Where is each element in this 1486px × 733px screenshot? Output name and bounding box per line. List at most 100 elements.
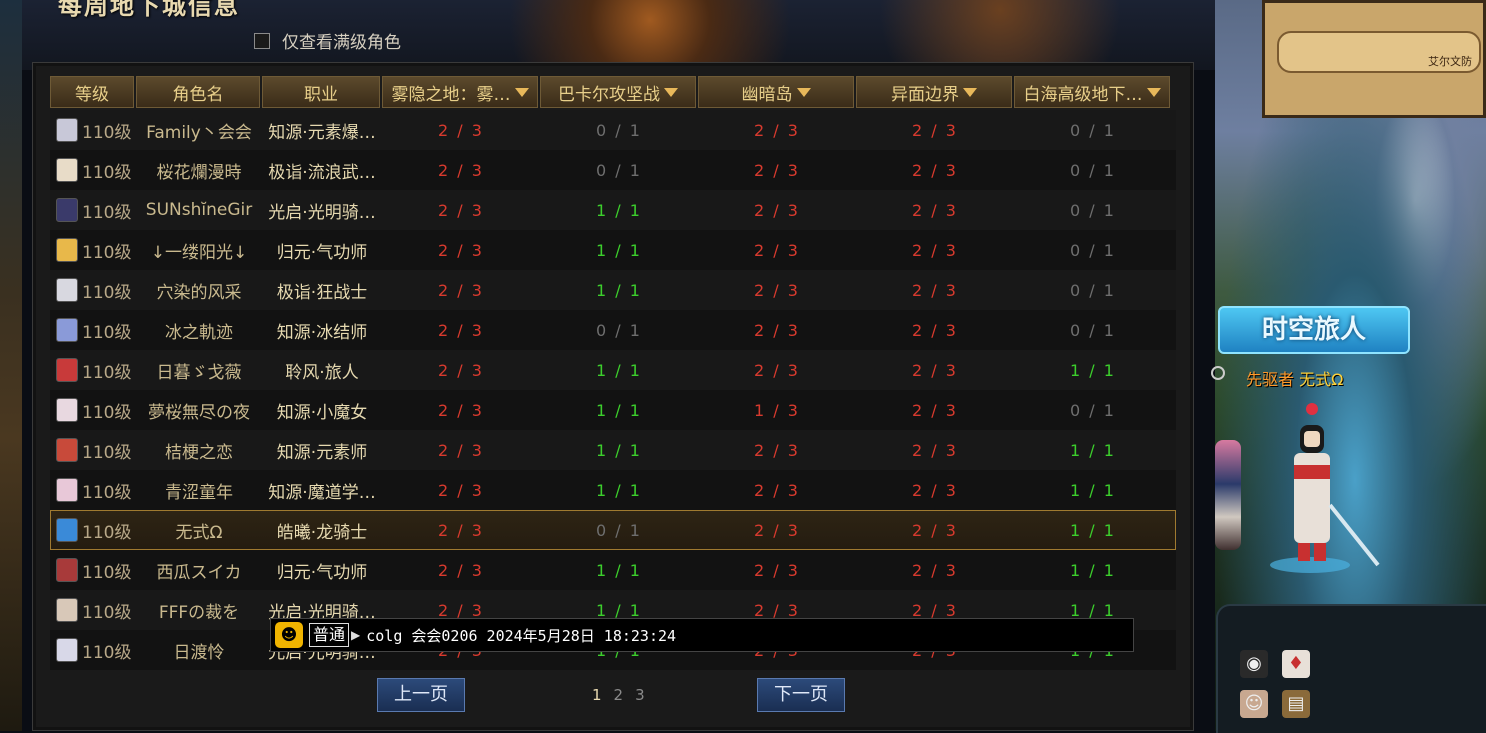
quick-menu-panel: ◉ ♦ ☺ ▤ [1216,604,1486,733]
avatar [56,518,78,542]
filter-checkbox[interactable] [254,32,270,49]
row-dungeon-2-progress: 1 / 1 [596,440,642,460]
header-dungeon-4[interactable]: 异面边界 [856,76,1012,108]
row-character-name: 穴染的风采 [156,282,242,303]
row-dungeon-5-progress: 1 / 1 [1070,440,1116,460]
header-dungeon-5[interactable]: 白海高级地下… [1014,76,1170,108]
next-page-button[interactable]: 下一页 [757,678,845,712]
row-dungeon-3-progress: 2 / 3 [754,240,800,260]
row-job: 归元·气功师 [276,242,368,263]
avatar [56,598,78,622]
dropdown-arrow-icon[interactable] [796,87,811,97]
row-dungeon-2-progress: 1 / 1 [596,200,642,220]
row-level-cell: 110级 [50,518,136,543]
dropdown-arrow-icon[interactable] [963,87,977,97]
row-character-name: SUNshĭneGir [145,200,253,220]
filter-max-level[interactable]: 仅查看满级角色 [254,28,401,53]
avatar [56,558,78,582]
dropdown-arrow-icon[interactable] [1146,87,1161,97]
prev-page-button[interactable]: 上一页 [377,678,465,712]
table-row[interactable]: 110级 SUNshĭneGir 光启·光明骑… 2 / 3 1 / 1 2 / 3 2 /… [50,190,1176,230]
row-dungeon-4-progress: 2 / 3 [912,600,958,620]
avatar [56,398,78,422]
row-dungeon-4-progress: 2 / 3 [912,240,958,260]
minimap[interactable]: 艾尔文防 [1262,0,1486,118]
row-dungeon-4-progress: 2 / 3 [912,400,958,420]
table-row[interactable]: 110级 穴染的风采 极诣·狂战士 2 / 3 1 / 1 2 / 3 2 / 3 0 / 1 [50,270,1176,310]
player-title-banner: 时空旅人 [1218,306,1410,354]
header-dungeon-1[interactable]: 雾隐之地：雾… [382,76,538,108]
row-level-cell: 110级 [50,278,136,303]
row-dungeon-4-progress: 2 / 3 [912,480,958,500]
page-number[interactable]: 3 [635,686,645,704]
row-level: 110级 [82,642,132,663]
row-character-name: 西瓜スイカ [156,562,242,583]
avatar [56,638,78,662]
header-job[interactable]: 职业 [262,76,380,108]
row-character-name: 无式Ω [175,522,223,543]
table-row[interactable]: 110级 ↓一缕阳光↓ 归元·气功师 2 / 3 1 / 1 2 / 3 2 / 3 0 / … [50,230,1176,270]
filter-label: 仅查看满级角色 [282,33,401,53]
row-level-cell: 110级 [50,598,136,623]
player-title: 先驱者 [1246,370,1295,389]
row-dungeon-5-progress: 0 / 1 [1070,200,1116,220]
table-row[interactable]: 110级 日暮ゞ戈薇 聆风·旅人 2 / 3 1 / 1 2 / 3 2 / 3 1 / 1 [50,350,1176,390]
row-level-cell: 110级 [50,238,136,263]
smiley-icon[interactable]: ☻ [275,622,303,648]
row-character-name: ↓一缕阳光↓ [150,242,248,263]
row-character-name: 夢桜無尽の夜 [148,402,250,423]
row-dungeon-1-progress: 2 / 3 [438,440,484,460]
row-dungeon-4-progress: 2 / 3 [912,280,958,300]
player-status-icon [1211,366,1225,380]
row-dungeon-2-progress: 0 / 1 [596,120,642,140]
row-dungeon-5-progress: 1 / 1 [1070,360,1116,380]
page-number[interactable]: 1 [592,686,602,704]
character-portrait-icon[interactable]: ☺ [1240,690,1268,718]
row-dungeon-1-progress: 2 / 3 [438,400,484,420]
row-job: 光启·光明骑… [268,202,376,223]
npc-character-sprite[interactable] [1215,440,1241,550]
row-level-cell: 110级 [50,478,136,503]
page-number[interactable]: 2 [614,686,624,704]
row-dungeon-4-progress: 2 / 3 [912,440,958,460]
dropdown-arrow-icon[interactable] [664,87,678,97]
header-name[interactable]: 角色名 [136,76,260,108]
avatar [56,238,78,262]
table-row[interactable]: 110级 青涩童年 知源·魔道学… 2 / 3 1 / 1 2 / 3 2 / 3 1 / 1 [50,470,1176,510]
row-level: 110级 [82,282,132,303]
table-row[interactable]: 110级 冰之軌迹 知源·冰结师 2 / 3 0 / 1 2 / 3 2 / 3 0 / 1 [50,310,1176,350]
header-dungeon-3[interactable]: 幽暗岛 [698,76,854,108]
table-row[interactable]: 110级 西瓜スイカ 归元·气功师 2 / 3 1 / 1 2 / 3 2 / 3 1 / 1 [50,550,1176,590]
header-level[interactable]: 等级 [50,76,134,108]
row-job: 知源·魔道学… [268,482,376,503]
row-job: 聆风·旅人 [285,362,359,383]
table-row[interactable]: 110级 桜花爛漫時 极诣·流浪武… 2 / 3 0 / 1 2 / 3 2 / 3 0 / … [50,150,1176,190]
table-row[interactable]: 110级 无式Ω 皓曦·龙骑士 2 / 3 0 / 1 2 / 3 2 / 3 1 / 1 [50,510,1176,550]
row-character-name: Family丶会会 [146,122,252,143]
row-dungeon-2-progress: 0 / 1 [596,520,642,540]
row-level: 110级 [82,442,132,463]
row-character-name: 桔梗之恋 [165,442,233,463]
table-row[interactable]: 110级 桔梗之恋 知源·元素师 2 / 3 1 / 1 2 / 3 2 / 3 1 / 1 [50,430,1176,470]
table-row[interactable]: 110级 Family丶会会 知源·元素爆… 2 / 3 0 / 1 2 / 3 2 / 3… [50,110,1176,150]
row-dungeon-3-progress: 2 / 3 [754,320,800,340]
row-dungeon-4-progress: 2 / 3 [912,120,958,140]
chat-channel-tag[interactable]: 普通 [309,623,350,647]
row-level: 110级 [82,482,132,503]
row-level: 110级 [82,202,132,223]
player-name: 无式Ω [1299,370,1344,389]
dropdown-arrow-icon[interactable] [514,87,529,97]
book-icon[interactable]: ▤ [1282,690,1310,718]
table-body: 110级 Family丶会会 知源·元素爆… 2 / 3 0 / 1 2 / 3 2 / 3… [50,110,1176,670]
row-dungeon-3-progress: 2 / 3 [754,600,800,620]
card-icon[interactable]: ♦ [1282,650,1310,678]
row-dungeon-5-progress: 0 / 1 [1070,240,1116,260]
avatar [56,478,78,502]
header-dungeon-2[interactable]: 巴卡尔攻坚战 [540,76,696,108]
row-dungeon-1-progress: 2 / 3 [438,520,484,540]
row-level: 110级 [82,402,132,423]
player-character-sprite[interactable] [1260,395,1380,575]
camera-icon[interactable]: ◉ [1240,650,1268,678]
row-dungeon-3-progress: 2 / 3 [754,560,800,580]
table-row[interactable]: 110级 夢桜無尽の夜 知源·小魔女 2 / 3 1 / 1 1 / 3 2 / 3 0 / … [50,390,1176,430]
